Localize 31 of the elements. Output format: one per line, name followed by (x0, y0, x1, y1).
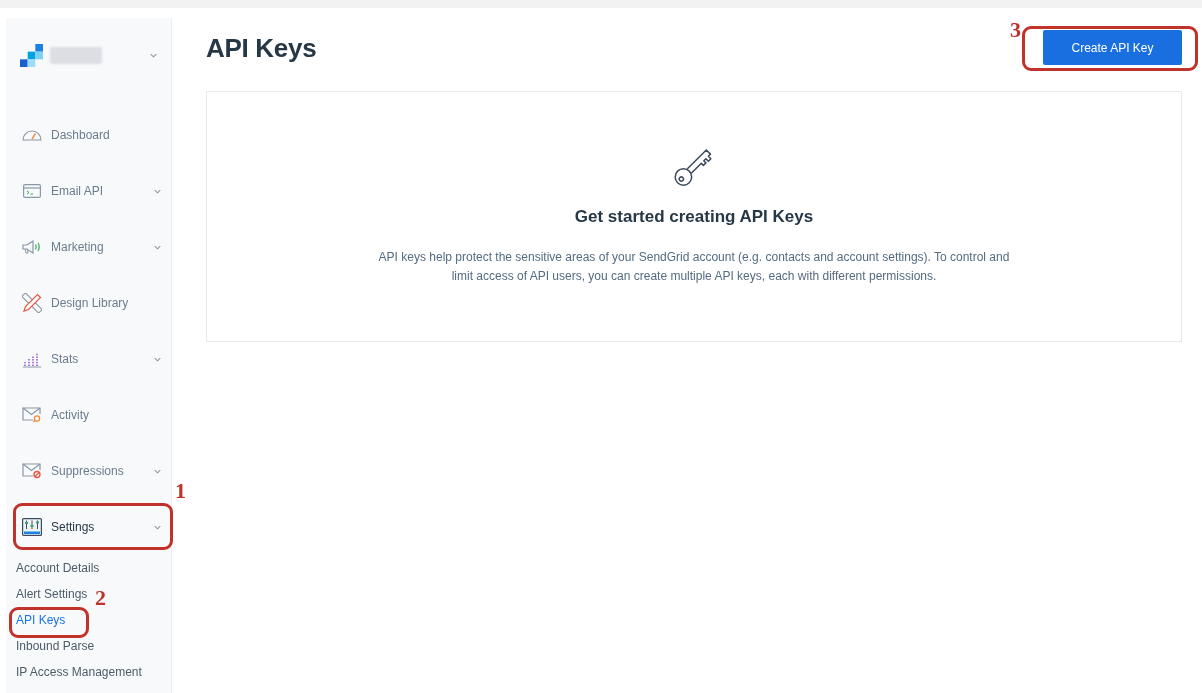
annotation-number: 3 (1010, 19, 1021, 41)
blurred-text-placeholder (50, 46, 102, 64)
envelope-blocked-icon (22, 463, 42, 479)
nav-item[interactable]: Suppressions (6, 443, 171, 499)
megaphone-icon (22, 240, 42, 254)
squares-logo (20, 43, 43, 67)
create-api-key-button[interactable]: Create API Key (1043, 30, 1182, 65)
terminal-window-icon (23, 184, 41, 198)
nav-item[interactable]: Email API (6, 163, 171, 219)
empty-state-title: Get started creating API Keys (574, 206, 814, 228)
submenu-link[interactable]: API Keys (16, 614, 66, 626)
submenu-link[interactable]: Alert Settings (16, 588, 88, 600)
nav-item[interactable]: Design Library (6, 275, 171, 331)
submenu-link[interactable]: Account Details (16, 562, 100, 574)
nav-item[interactable]: Marketing (6, 219, 171, 275)
sliders-panel-icon (22, 518, 42, 536)
pencil-ruler-icon (22, 293, 42, 313)
nav-item[interactable]: Dashboard (6, 107, 171, 163)
nav-item[interactable]: Stats (6, 331, 171, 387)
annotation-number: 1 (175, 480, 186, 502)
nav-item[interactable]: Settings (6, 499, 171, 555)
submenu-link[interactable]: Inbound Parse (16, 640, 95, 652)
page-title: API Keys (206, 34, 317, 61)
gauge-icon (22, 129, 42, 141)
empty-state-description: API keys help protect the sensitive areas of your SendGrid account (e.g. contacts and account settings). To control and limit access of API users, you can create multiple API keys, each with different permissions. (377, 249, 1011, 285)
submenu-link[interactable]: IP Access Management (16, 666, 142, 678)
chevron-down-icon (150, 52, 157, 58)
nav-item[interactable]: Activity (6, 387, 171, 443)
key-icon (674, 147, 714, 187)
annotation-number: 2 (95, 587, 106, 609)
envelope-search-icon (22, 407, 42, 423)
